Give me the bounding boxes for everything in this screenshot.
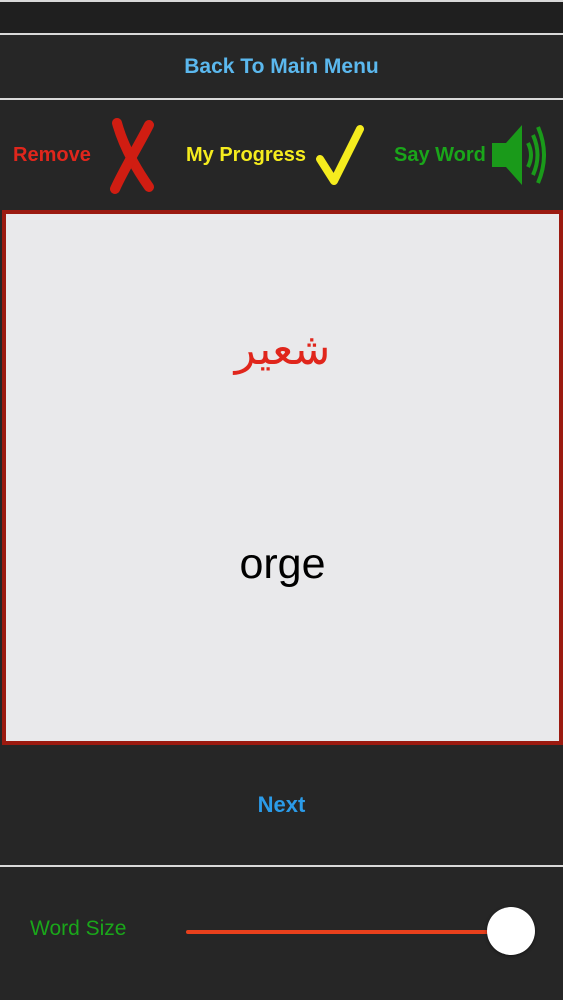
flashcard[interactable]: شعير orge [2,210,563,745]
toolbar: Remove My Progress Say Word [0,101,563,209]
divider [0,33,563,35]
remove-label: Remove [13,143,91,166]
divider [0,865,563,867]
my-progress-button[interactable]: My Progress [186,101,365,209]
foreign-word: شعير [234,324,331,375]
word-size-label: Word Size [30,917,127,940]
status-bar [0,0,563,33]
divider [0,98,563,100]
divider [0,0,563,2]
say-word-button[interactable]: Say Word [394,101,546,209]
say-word-label: Say Word [394,143,486,166]
x-mark-icon [105,115,157,195]
my-progress-label: My Progress [186,143,307,166]
back-to-main-menu-button[interactable]: Back To Main Menu [0,36,563,98]
next-button[interactable]: Next [0,745,563,865]
translated-word: orge [239,540,326,588]
speaker-icon [490,115,546,195]
checkmark-icon [314,115,365,195]
word-size-slider-thumb[interactable] [487,907,535,955]
remove-button[interactable]: Remove [13,101,157,209]
word-size-slider-track[interactable] [186,930,512,934]
